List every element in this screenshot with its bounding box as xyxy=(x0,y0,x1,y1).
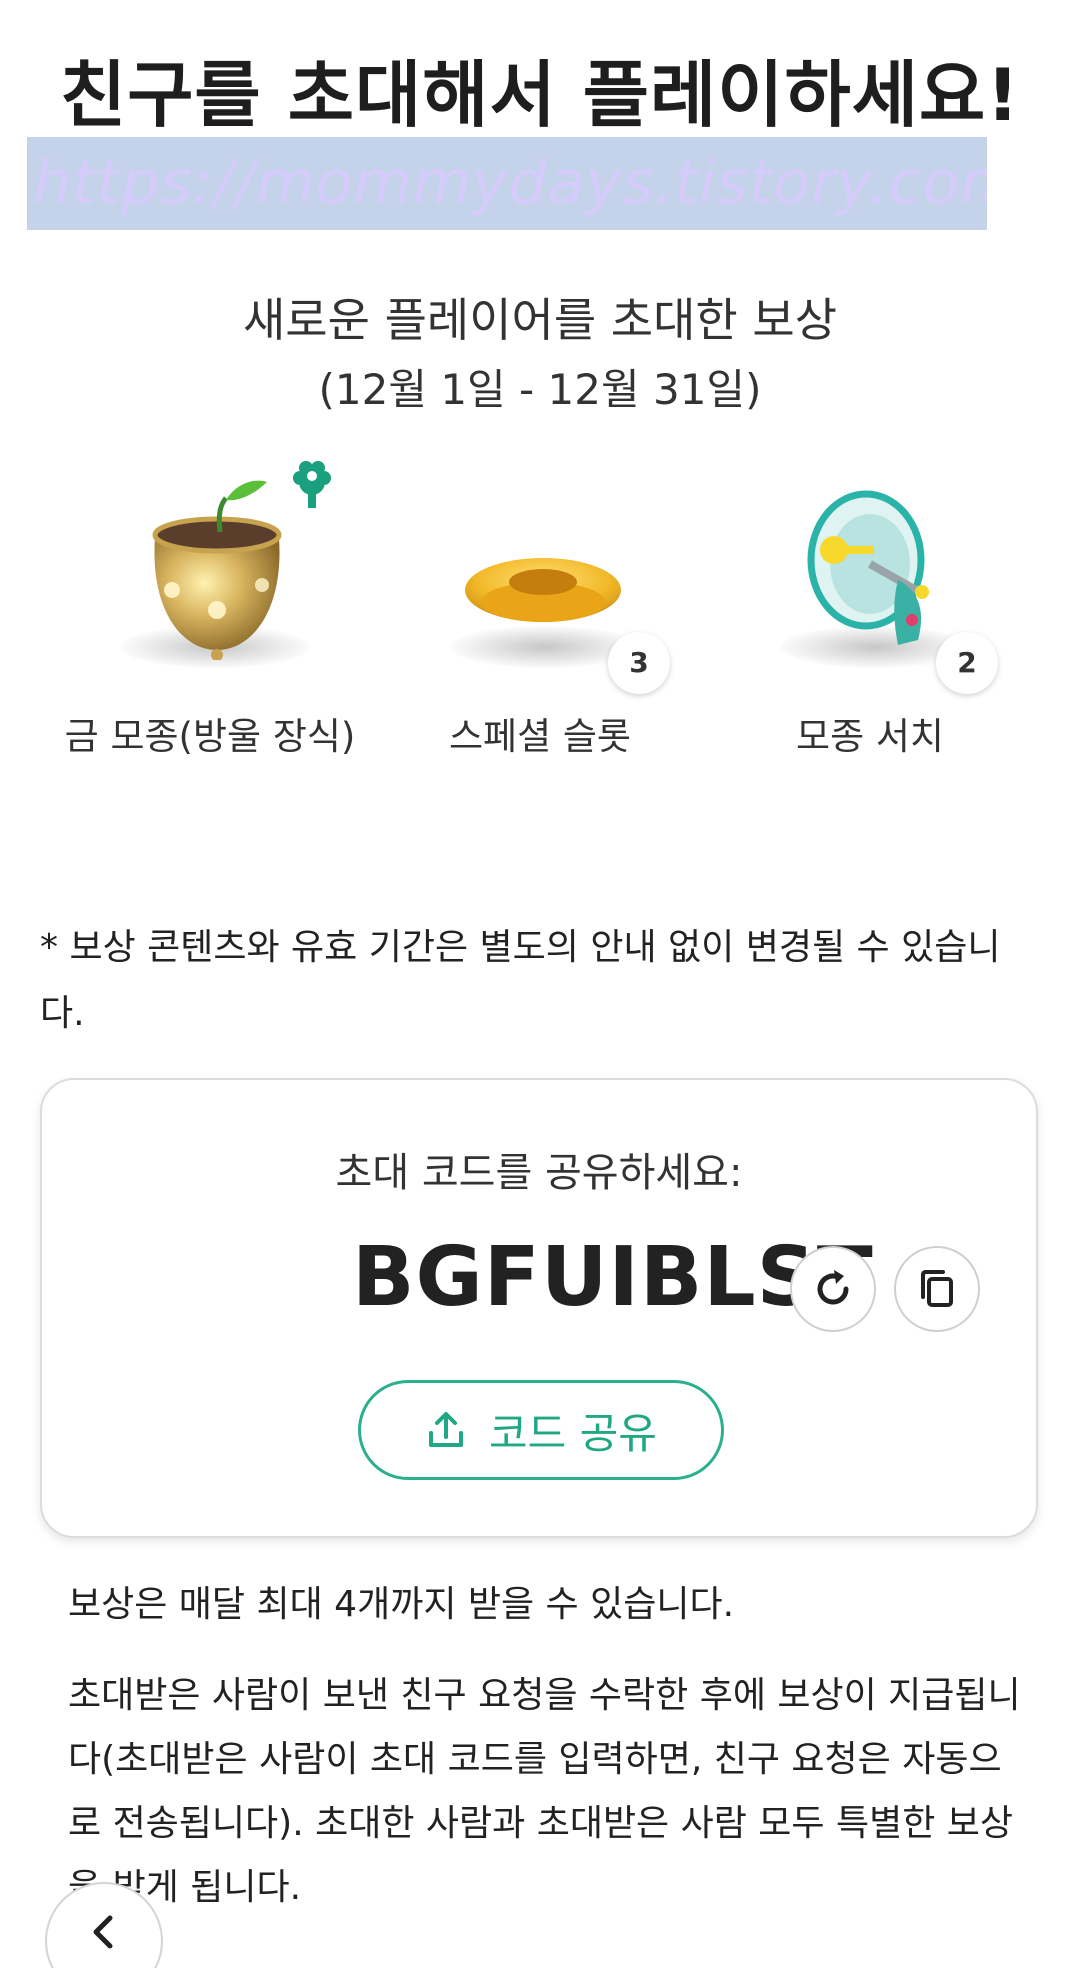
watermark-banner: https://mommydays.tistory.com xyxy=(27,137,987,230)
reward-item-seedling-search: 2 모종 서치 xyxy=(710,460,1030,760)
share-code-button[interactable]: 코드 공유 xyxy=(358,1380,724,1480)
reward-label: 금 모종(방울 장식) xyxy=(64,715,356,758)
copy-code-button[interactable] xyxy=(894,1246,980,1332)
invite-code-prompt: 초대 코드를 공유하세요: xyxy=(335,1150,743,1196)
item-count-badge: 2 xyxy=(936,632,998,694)
megaphone-icon xyxy=(807,490,929,645)
page-title: 친구를 초대해서 플레이하세요! xyxy=(59,53,1021,137)
item-count-badge: 3 xyxy=(608,632,670,694)
golden-flowerpot-icon xyxy=(152,461,331,660)
upload-share-icon xyxy=(429,1412,464,1447)
reward-item-special-slot: 3 스페셜 슬롯 xyxy=(380,460,700,760)
refresh-icon xyxy=(817,1270,849,1305)
reward-conditions-text: 초대받은 사람이 보낸 친구 요청을 수락한 후에 보상이 지급됩니다(초대받은… xyxy=(68,1675,1021,1908)
reward-change-notice: * 보상 콘텐츠와 유효 기간은 별도의 안내 없이 변경될 수 있습니다. xyxy=(40,927,1001,1034)
invite-code-card: 초대 코드를 공유하세요: BGFUIBLST 코드 공유 xyxy=(40,1078,1038,1538)
reward-label: 모종 서치 xyxy=(796,715,944,758)
rewards-title: 새로운 플레이어를 초대한 보상 xyxy=(242,293,838,347)
rewards-dates: (12월 1일 - 12월 31일) xyxy=(318,365,762,414)
golden-slot-icon xyxy=(465,558,621,622)
flower-badge-icon xyxy=(293,461,331,508)
refresh-code-button[interactable] xyxy=(790,1246,876,1332)
copy-icon xyxy=(921,1270,953,1307)
watermark-url: https://mommydays.tistory.com xyxy=(33,148,987,218)
monthly-limit-text: 보상은 매달 최대 4개까지 받을 수 있습니다. xyxy=(68,1584,735,1625)
chevron-left-icon xyxy=(93,1915,113,1949)
invite-friends-page: 친구를 초대해서 플레이하세요! https://mommydays.tisto… xyxy=(0,0,1080,1968)
reward-item-golden-sapling: 금 모종(방울 장식) xyxy=(50,460,370,760)
share-code-label: 코드 공유 xyxy=(489,1408,657,1458)
reward-label: 스페셜 슬롯 xyxy=(449,715,631,758)
